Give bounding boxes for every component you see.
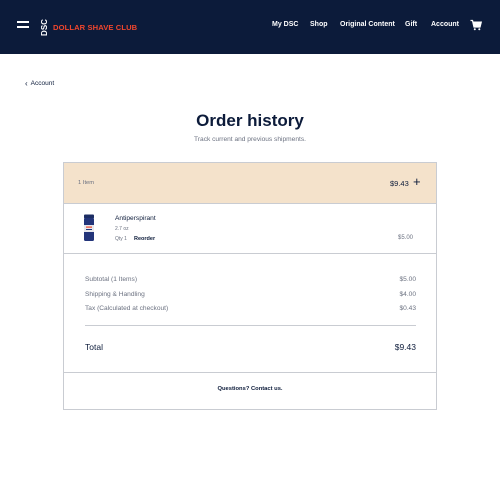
nav-gift[interactable]: Gift — [405, 21, 417, 28]
contact-us-link[interactable]: Questions? Contact us. — [64, 386, 436, 392]
nav-account[interactable]: Account — [431, 21, 459, 28]
chevron-left-icon: ‹ — [25, 78, 28, 88]
summary-value: $0.43 — [399, 305, 416, 312]
summary-row-subtotal: Subtotal (1 Items) $5.00 — [85, 276, 416, 283]
order-item-count: 1 Item — [78, 180, 95, 186]
order-item: Antiperspirant 2.7 oz Qty 1 Reorder $5.0… — [64, 204, 436, 254]
order-card: 1 Item $9.43 + Antiperspirant 2.7 oz Qty… — [63, 162, 437, 410]
product-name: Antiperspirant — [115, 215, 156, 222]
main-nav: My DSC Shop Original Content Gift Accoun… — [0, 21, 500, 33]
product-price: $5.00 — [398, 235, 414, 241]
product-size: 2.7 oz — [115, 226, 129, 232]
cart-icon[interactable] — [470, 19, 482, 31]
order-summary: Subtotal (1 Items) $5.00 Shipping & Hand… — [64, 255, 436, 373]
summary-row-total: Total $9.43 — [85, 342, 416, 352]
summary-value: $5.00 — [399, 276, 416, 283]
page-title: Order history — [196, 111, 304, 130]
antiperspirant-product-image — [84, 214, 94, 241]
site-header: DSC DOLLAR SHAVE CLUB My DSC Shop Origin… — [0, 0, 500, 54]
page-subtitle: Track current and previous shipments. — [194, 136, 306, 143]
nav-shop[interactable]: Shop — [310, 21, 328, 28]
summary-label: Shipping & Handling — [85, 291, 145, 298]
order-header[interactable]: 1 Item $9.43 + — [64, 163, 436, 204]
back-link[interactable]: ‹ Account — [25, 78, 55, 88]
summary-row-shipping: Shipping & Handling $4.00 — [85, 291, 416, 298]
summary-label: Tax (Calculated at checkout) — [85, 305, 169, 312]
summary-label: Subtotal (1 Items) — [85, 276, 138, 283]
nav-my-dsc[interactable]: My DSC — [272, 21, 298, 28]
summary-value: $4.00 — [399, 291, 416, 298]
expand-plus-icon[interactable]: + — [413, 175, 421, 188]
order-total: $9.43 — [390, 179, 409, 188]
summary-divider — [85, 325, 416, 326]
summary-row-tax: Tax (Calculated at checkout) $0.43 — [85, 305, 416, 312]
product-qty: Qty 1 — [115, 236, 127, 242]
total-label: Total — [85, 342, 103, 352]
reorder-link[interactable]: Reorder — [134, 236, 155, 242]
back-link-label: Account — [30, 80, 55, 87]
nav-original-content[interactable]: Original Content — [340, 21, 395, 28]
total-value: $9.43 — [394, 342, 416, 352]
